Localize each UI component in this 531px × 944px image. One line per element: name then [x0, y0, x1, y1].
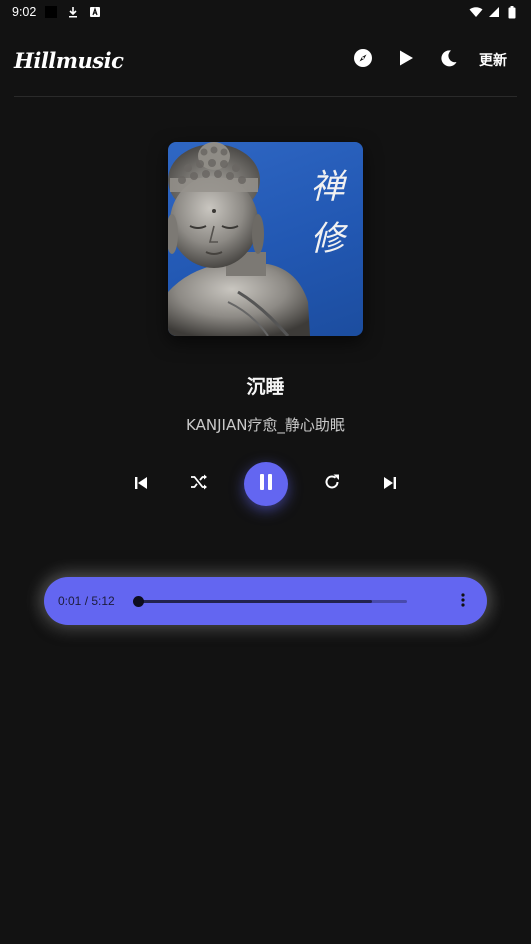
compass-icon [353, 48, 373, 72]
header-divider [14, 96, 517, 97]
wifi-icon [469, 5, 483, 19]
update-button[interactable]: 更新 [479, 50, 507, 70]
header-actions: 更新 [352, 49, 517, 71]
player-bar: 0:01 / 5:12 [44, 577, 487, 625]
track-artist: KANJIAN疗愈_静心助眠 [186, 416, 345, 434]
track-title: 沉睡 [246, 376, 285, 398]
next-button[interactable] [379, 473, 401, 495]
progress-thumb[interactable] [132, 596, 144, 607]
music-player-screen: 9:02 Hillmusic 更新 禅修 沉睡 KANJIAN疗愈_静心助眠 0… [0, 0, 531, 944]
time-readout: 0:01 / 5:12 [58, 594, 115, 608]
pause-button[interactable] [244, 462, 288, 506]
skip-next-icon [383, 475, 397, 494]
progress-fill [137, 600, 372, 603]
battery-icon [505, 5, 519, 19]
explore-button[interactable] [352, 49, 374, 71]
shuffle-icon [190, 474, 208, 494]
repeat-icon [323, 473, 341, 495]
skip-previous-icon [134, 475, 148, 494]
playback-controls [0, 461, 531, 507]
progress-slider[interactable] [132, 596, 407, 607]
play-icon [398, 49, 414, 71]
theme-toggle-button[interactable] [438, 49, 460, 71]
album-cover: 禅修 [168, 142, 363, 336]
shuffle-button[interactable] [188, 473, 210, 495]
cover-calligraphy: 禅修 [304, 168, 344, 272]
app-header: Hillmusic 更新 [14, 40, 517, 80]
download-icon [66, 5, 80, 19]
repeat-button[interactable] [321, 473, 343, 495]
pause-icon [259, 473, 273, 495]
font-icon [88, 5, 102, 19]
more-options-button[interactable] [453, 591, 473, 611]
signal-icon [487, 5, 501, 19]
status-time: 9:02 [12, 5, 37, 19]
play-button[interactable] [395, 49, 417, 71]
status-bar: 9:02 [0, 0, 531, 24]
previous-button[interactable] [130, 473, 152, 495]
square-notification-icon [44, 5, 58, 19]
moon-icon [440, 49, 458, 71]
app-logo: Hillmusic [14, 47, 124, 73]
more-vert-icon [461, 592, 465, 611]
